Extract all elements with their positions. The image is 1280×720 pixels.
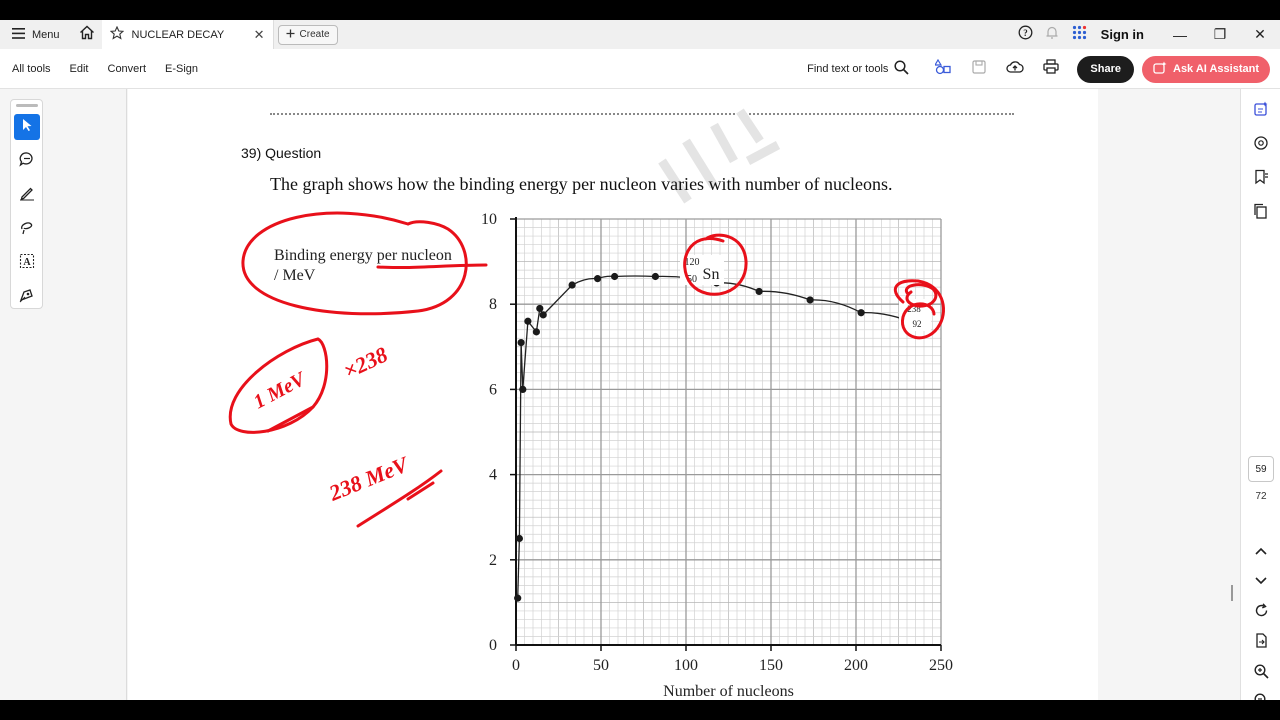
- fit-page-button[interactable]: [1251, 633, 1271, 653]
- star-icon[interactable]: [109, 25, 124, 43]
- zoom-in-button[interactable]: [1251, 664, 1271, 684]
- comments-panel-button[interactable]: [1251, 135, 1271, 155]
- zoom-out-button[interactable]: [1251, 693, 1271, 700]
- home-icon: [79, 25, 95, 45]
- create-label: Create: [299, 29, 330, 40]
- title-bar: Menu NUCLEAR DECAY ✕ Create ? Sign in — …: [0, 20, 1280, 49]
- menu-all-tools[interactable]: All tools: [12, 63, 51, 75]
- zoom-in-icon: [1253, 664, 1269, 684]
- comment-tool[interactable]: [14, 148, 40, 174]
- text-tool[interactable]: A: [14, 250, 40, 276]
- total-pages: 72: [1255, 491, 1267, 502]
- upload-button[interactable]: [997, 49, 1033, 89]
- next-page-button[interactable]: [1251, 571, 1271, 591]
- freehand-icon: [19, 219, 35, 240]
- comment-add-icon: [19, 151, 35, 172]
- comment-bubble-icon: [1253, 135, 1269, 156]
- stamp-tool[interactable]: [14, 284, 40, 310]
- pdf-app-window: Menu NUCLEAR DECAY ✕ Create ? Sign in — …: [0, 20, 1280, 700]
- menu-label: Menu: [32, 28, 60, 41]
- plus-icon: [286, 29, 295, 41]
- find-tools-button[interactable]: Find text or tools: [807, 60, 910, 78]
- menu-esign[interactable]: E-Sign: [165, 63, 198, 75]
- ask-ai-label: Ask AI Assistant: [1173, 63, 1259, 75]
- sign-in-link[interactable]: Sign in: [1101, 27, 1144, 42]
- find-label: Find text or tools: [807, 63, 889, 75]
- text-box-icon: A: [19, 253, 35, 274]
- rotate-icon: [1254, 603, 1269, 623]
- minimize-button[interactable]: —: [1160, 20, 1200, 49]
- share-button[interactable]: Share: [1077, 55, 1134, 83]
- cloud-upload-icon: [1006, 60, 1025, 79]
- ask-ai-button[interactable]: Ask AI Assistant: [1142, 55, 1270, 83]
- chevron-up-icon: [1255, 542, 1267, 560]
- document-tab[interactable]: NUCLEAR DECAY ✕: [101, 20, 274, 49]
- home-button[interactable]: [72, 20, 102, 49]
- ink-underline-nucleon: [376, 263, 488, 270]
- chevron-down-icon: [1255, 572, 1267, 590]
- document-page[interactable]: 39) Question The graph shows how the bin…: [128, 89, 1098, 700]
- ink-text-1mev: 1 MeV: [250, 367, 310, 413]
- pages-panel-button[interactable]: [1251, 203, 1271, 223]
- create-button[interactable]: Create: [277, 24, 338, 45]
- printer-icon: [1043, 59, 1060, 79]
- help-button[interactable]: ?: [1012, 20, 1039, 49]
- palette-grip[interactable]: [16, 104, 38, 107]
- restore-button[interactable]: ❐: [1200, 20, 1240, 49]
- menu-button[interactable]: Menu: [0, 20, 72, 49]
- apps-grid-icon: [1072, 25, 1087, 45]
- ink-underline-1mev: [266, 405, 315, 433]
- ai-tools-button[interactable]: [925, 49, 961, 89]
- highlight-tool[interactable]: [14, 182, 40, 208]
- rotate-button[interactable]: [1251, 603, 1271, 623]
- draw-tool[interactable]: [14, 216, 40, 242]
- save-icon: [972, 59, 987, 79]
- bookmark-icon: [1253, 169, 1269, 190]
- menu-edit[interactable]: Edit: [70, 63, 89, 75]
- notifications-button[interactable]: [1039, 20, 1066, 49]
- ai-sparkle-icon: [1153, 61, 1167, 78]
- ink-circle-u: [893, 279, 945, 340]
- ai-doc-icon: [1253, 101, 1269, 122]
- current-page-input[interactable]: 59: [1248, 456, 1274, 482]
- ink-text-x238: ×238: [340, 342, 392, 384]
- tool-palette: A: [10, 99, 43, 309]
- bookmarks-button[interactable]: [1251, 169, 1271, 189]
- ink-ellipse-ylabel: [241, 211, 468, 316]
- ink-annotations: 1 MeV ×238 238 MeV: [228, 211, 945, 528]
- right-tool-panel: 59 72: [1240, 89, 1280, 700]
- hamburger-icon: [12, 27, 25, 42]
- left-rail: A: [0, 89, 127, 700]
- save-button[interactable]: [961, 49, 997, 89]
- toolbar-right: Find text or tools Share Ask AI Assistan…: [807, 49, 1270, 89]
- ai-generate-button[interactable]: [1251, 101, 1271, 121]
- ai-shapes-icon: [934, 58, 952, 80]
- select-tool[interactable]: [14, 114, 40, 140]
- tab-close-icon[interactable]: ✕: [254, 27, 265, 43]
- main-toolbar: All tools Edit Convert E-Sign Find text …: [0, 49, 1280, 89]
- zoom-out-icon: [1254, 693, 1269, 700]
- bell-icon: [1045, 25, 1059, 45]
- ink-circle-sn: [683, 233, 748, 296]
- title-bar-right: ? Sign in — ❐ ✕: [1012, 20, 1280, 49]
- scrollbar-thumb[interactable]: [1231, 585, 1233, 601]
- previous-page-button[interactable]: [1251, 541, 1271, 561]
- stamp-pen-icon: [19, 287, 35, 308]
- cursor-icon: [20, 118, 34, 137]
- pen-icon: [19, 185, 35, 206]
- print-button[interactable]: [1033, 49, 1069, 89]
- menu-convert[interactable]: Convert: [108, 63, 147, 75]
- search-icon: [894, 60, 910, 78]
- close-window-button[interactable]: ✕: [1240, 20, 1280, 49]
- svg-text:A: A: [23, 257, 31, 268]
- help-icon: ?: [1018, 25, 1033, 45]
- copy-pages-icon: [1253, 203, 1269, 224]
- fit-page-icon: [1254, 633, 1269, 653]
- apps-button[interactable]: [1066, 20, 1093, 49]
- svg-text:?: ?: [1023, 28, 1028, 38]
- tab-title: NUCLEAR DECAY: [131, 28, 225, 41]
